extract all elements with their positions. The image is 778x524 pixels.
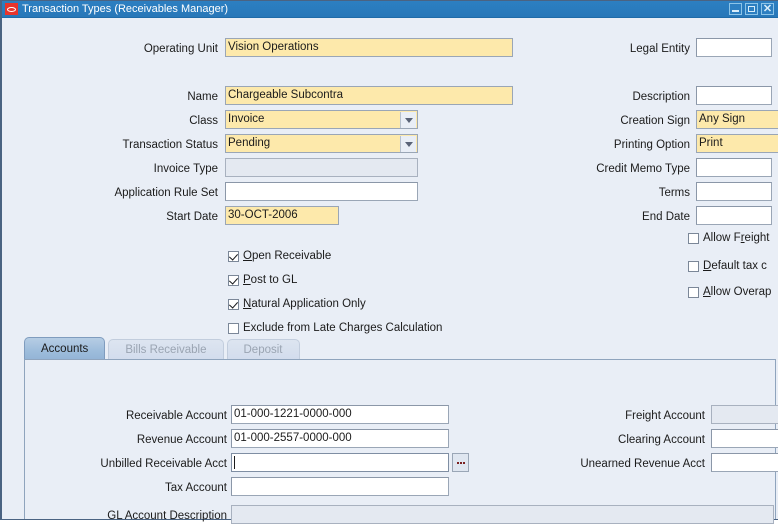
unearned-revenue-acct-field[interactable] bbox=[711, 453, 778, 472]
close-button[interactable]: ✕ bbox=[761, 3, 774, 15]
class-value: Invoice bbox=[228, 113, 265, 125]
name-field[interactable]: Chargeable Subcontra bbox=[225, 86, 513, 105]
unbilled-receivable-acct-field[interactable] bbox=[231, 453, 449, 472]
checkbox-box bbox=[688, 287, 699, 298]
transaction-status-dropdown-button[interactable] bbox=[400, 136, 416, 152]
natural-application-only-checkbox[interactable]: Natural Application Only bbox=[228, 298, 366, 311]
exclude-late-charges-label: Exclude from Late Charges Calculation bbox=[243, 322, 443, 334]
label-transaction-status: Transaction Status bbox=[122, 139, 218, 151]
label-name: Name bbox=[187, 91, 218, 103]
form-canvas: Operating Unit Name Class Transaction St… bbox=[2, 19, 778, 524]
exclude-late-charges-checkbox[interactable]: Exclude from Late Charges Calculation bbox=[228, 322, 442, 335]
label-application-rule-set: Application Rule Set bbox=[114, 187, 218, 199]
transaction-status-field[interactable]: Pending bbox=[225, 134, 418, 153]
label-unbilled-receivable-acct: Unbilled Receivable Acct bbox=[100, 458, 227, 470]
post-to-gl-checkbox[interactable]: Post to GL bbox=[228, 274, 297, 287]
revenue-account-field[interactable]: 01-000-2557-0000-000 bbox=[231, 429, 449, 448]
label-freight-account: Freight Account bbox=[625, 410, 705, 422]
window-title: Transaction Types (Receivables Manager) bbox=[22, 2, 229, 15]
tab-deposit-label: Deposit bbox=[243, 344, 283, 356]
tab-accounts-label: Accounts bbox=[41, 343, 89, 355]
label-start-date: Start Date bbox=[166, 211, 218, 223]
minimize-button[interactable] bbox=[729, 3, 742, 15]
label-tax-account: Tax Account bbox=[164, 482, 227, 494]
window-titlebar[interactable]: Transaction Types (Receivables Manager) … bbox=[2, 1, 778, 18]
operating-unit-field[interactable]: Vision Operations bbox=[225, 38, 513, 57]
label-operating-unit: Operating Unit bbox=[143, 43, 218, 55]
ellipsis-lov-icon bbox=[459, 461, 462, 464]
label-gl-account-description: GL Account Description bbox=[107, 510, 227, 522]
tax-account-field[interactable] bbox=[231, 477, 449, 496]
default-tax-label: Default tax c bbox=[703, 260, 767, 272]
tab-deposit[interactable]: Deposit bbox=[226, 339, 300, 360]
invoice-type-field bbox=[225, 158, 418, 177]
tab-accounts[interactable]: Accounts bbox=[24, 337, 106, 360]
checkbox-box bbox=[228, 299, 239, 310]
application-window: Transaction Types (Receivables Manager) … bbox=[0, 0, 778, 524]
accounts-tab-panel: Receivable Account Revenue Account Unbil… bbox=[24, 359, 778, 524]
ellipsis-lov-icon bbox=[456, 461, 459, 464]
credit-memo-type-field[interactable] bbox=[696, 158, 772, 177]
receivable-account-field[interactable]: 01-000-1221-0000-000 bbox=[231, 405, 449, 424]
legal-entity-field[interactable] bbox=[696, 38, 772, 57]
default-tax-checkbox[interactable]: Default tax c bbox=[688, 260, 767, 273]
creation-sign-field[interactable]: Any Sign bbox=[696, 110, 778, 129]
ellipsis-lov-icon bbox=[462, 461, 465, 464]
close-icon: ✕ bbox=[762, 3, 773, 15]
checkbox-box bbox=[688, 233, 699, 244]
end-date-field[interactable] bbox=[696, 206, 772, 225]
description-field[interactable] bbox=[696, 86, 772, 105]
label-clearing-account: Clearing Account bbox=[618, 434, 705, 446]
oracle-logo-icon bbox=[5, 3, 18, 15]
maximize-icon bbox=[748, 6, 755, 12]
label-terms: Terms bbox=[658, 187, 690, 199]
natural-application-only-label: Natural Application Only bbox=[243, 298, 366, 310]
tab-bills-receivable-label: Bills Receivable bbox=[125, 344, 207, 356]
label-class: Class bbox=[189, 115, 218, 127]
post-to-gl-label: Post to GL bbox=[243, 274, 298, 286]
maximize-button[interactable] bbox=[745, 3, 758, 15]
checkbox-box bbox=[228, 251, 239, 262]
checkbox-box bbox=[688, 261, 699, 272]
label-end-date: End Date bbox=[642, 211, 690, 223]
start-date-field[interactable]: 30-OCT-2006 bbox=[225, 206, 339, 225]
label-revenue-account: Revenue Account bbox=[136, 434, 227, 446]
label-receivable-account: Receivable Account bbox=[125, 410, 227, 422]
label-invoice-type: Invoice Type bbox=[153, 163, 218, 175]
tab-bills-receivable[interactable]: Bills Receivable bbox=[108, 339, 224, 360]
label-printing-option: Printing Option bbox=[613, 139, 690, 151]
label-legal-entity: Legal Entity bbox=[629, 43, 690, 55]
transaction-status-value: Pending bbox=[228, 137, 271, 149]
class-field[interactable]: Invoice bbox=[225, 110, 418, 129]
label-unearned-revenue-acct: Unearned Revenue Acct bbox=[580, 458, 705, 470]
terms-field[interactable] bbox=[696, 182, 772, 201]
window-controls: ✕ bbox=[729, 3, 778, 15]
tab-strip: Accounts Bills Receivable Deposit bbox=[24, 337, 776, 360]
chevron-down-icon bbox=[404, 142, 413, 147]
label-creation-sign: Creation Sign bbox=[620, 115, 690, 127]
freight-account-field bbox=[711, 405, 778, 424]
minimize-icon bbox=[732, 10, 739, 12]
allow-freight-label: Allow Freight bbox=[703, 232, 770, 244]
gl-account-description-field bbox=[231, 505, 774, 524]
allow-freight-checkbox[interactable]: Allow Freight bbox=[688, 232, 769, 245]
printing-option-field[interactable]: Print bbox=[696, 134, 778, 153]
label-credit-memo-type: Credit Memo Type bbox=[596, 163, 690, 175]
checkbox-box bbox=[228, 323, 239, 334]
open-receivable-label: Open Receivable bbox=[243, 250, 332, 262]
chevron-down-icon bbox=[404, 118, 413, 123]
class-dropdown-button[interactable] bbox=[400, 112, 416, 128]
unbilled-receivable-lov-button[interactable] bbox=[452, 453, 469, 472]
allow-overapplication-label: Allow Overap bbox=[703, 286, 772, 298]
allow-overapplication-checkbox[interactable]: Allow Overap bbox=[688, 286, 771, 299]
clearing-account-field[interactable] bbox=[711, 429, 778, 448]
checkbox-box bbox=[228, 275, 239, 286]
open-receivable-checkbox[interactable]: Open Receivable bbox=[228, 250, 331, 263]
application-rule-set-field[interactable] bbox=[225, 182, 418, 201]
label-description: Description bbox=[632, 91, 690, 103]
